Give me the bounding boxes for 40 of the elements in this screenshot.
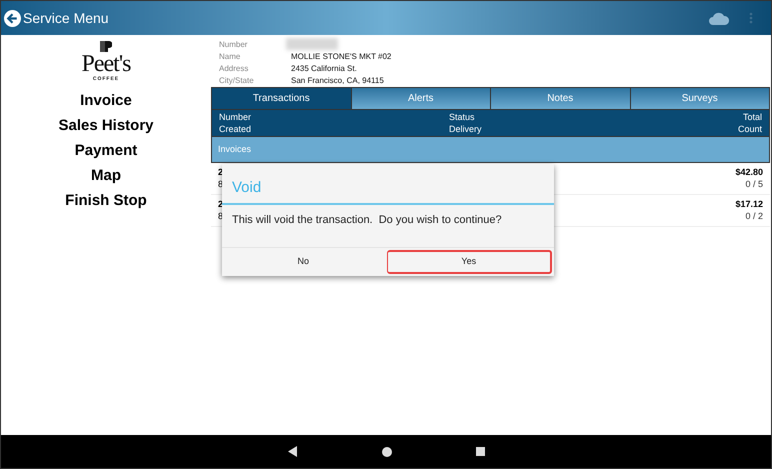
tab[interactable]: Surveys [630,88,769,109]
back-icon[interactable] [4,10,21,26]
column-heading: Created [219,123,252,135]
dialog-button[interactable]: Yes [386,250,552,274]
cloud-icon[interactable] [709,12,729,24]
menu-item[interactable]: Invoice [80,90,132,110]
dialog-button[interactable]: No [222,248,384,276]
field-value: MOLLIE STONE'S MKT #02 [291,51,392,63]
tab[interactable]: Alerts [350,88,490,109]
tab[interactable]: Transactions [212,88,350,109]
field-value: San Francisco, CA, 94115 [291,75,384,87]
logo-mark-icon [100,41,112,52]
field-label: City/State [219,75,255,87]
group-label: Invoices [218,142,252,156]
row-total: $42.80 [735,166,763,178]
column-heading: Number [219,111,252,123]
home-icon[interactable] [382,446,392,456]
field-label: Address [219,63,250,75]
back-icon[interactable] [288,446,298,457]
header-title[interactable]: Service Menu [23,8,109,28]
field-value: 2435 California St. [291,63,357,75]
redaction-blur [286,38,338,50]
recents-icon[interactable] [476,447,484,456]
row-count: 0 / 5 [745,178,763,190]
column-heading: Delivery [448,123,482,135]
row-total: $17.12 [735,198,763,210]
tab[interactable]: Notes [490,88,630,109]
menu-item[interactable]: Sales History [58,114,154,136]
menu-item[interactable]: Map [90,164,121,186]
menu-item[interactable]: Finish Stop [65,190,147,210]
dialog-message: This will void the transaction. Do you wish to continue? [231,213,503,228]
column-heading: Count [738,123,762,135]
field-label: Name [219,51,242,63]
column-heading: Status [448,111,476,123]
dialog-title: Void [231,178,262,198]
column-heading: Total [742,111,762,123]
field-label: Number [219,39,248,51]
row-count: 0 / 2 [745,210,763,222]
logo-wordmark: Peet's [82,52,130,76]
menu-item[interactable]: Payment [74,140,138,160]
